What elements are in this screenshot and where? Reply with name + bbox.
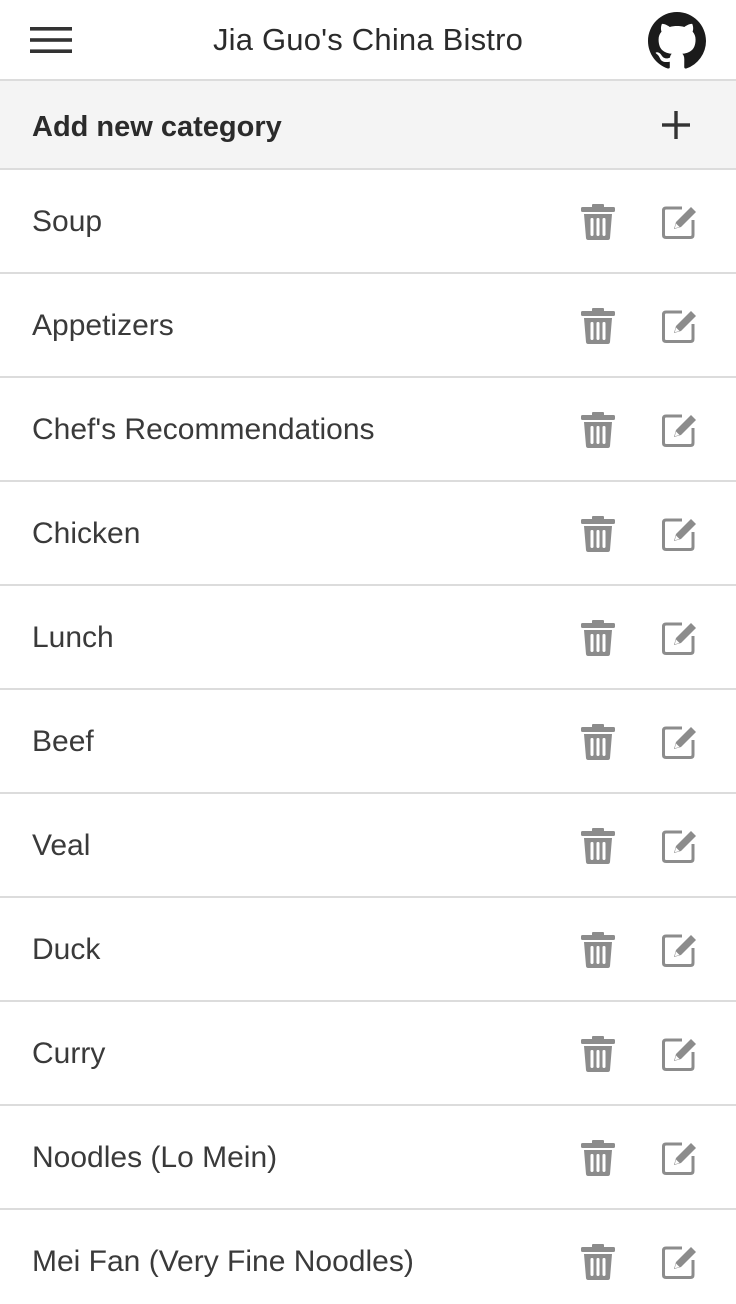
delete-category-button[interactable] (580, 1139, 618, 1177)
edit-icon (662, 934, 696, 967)
trash-icon (581, 620, 615, 656)
trash-icon (581, 724, 615, 760)
category-row-9: Noodles (Lo Mein) (0, 1106, 736, 1210)
category-label: Beef (32, 725, 94, 758)
edit-icon (662, 310, 696, 343)
category-row-5: Beef (0, 690, 736, 794)
edit-category-button[interactable] (660, 515, 698, 553)
category-row-4: Lunch (0, 586, 736, 690)
edit-category-button[interactable] (660, 1139, 698, 1177)
delete-category-button[interactable] (580, 1243, 618, 1281)
add-category-label: Add new category (32, 111, 282, 143)
edit-category-button[interactable] (660, 1243, 698, 1281)
edit-icon (662, 206, 696, 239)
edit-category-button[interactable] (660, 203, 698, 241)
category-row-1: Appetizers (0, 274, 736, 378)
category-label: Lunch (32, 621, 114, 654)
category-label: Curry (32, 1037, 106, 1070)
plus-icon (662, 111, 690, 139)
delete-category-button[interactable] (580, 515, 618, 553)
edit-category-button[interactable] (660, 827, 698, 865)
app-title: Jia Guo's China Bistro (212, 22, 524, 57)
category-label: Appetizers (32, 309, 174, 342)
category-row-0: Soup (0, 170, 736, 274)
trash-icon (581, 932, 615, 968)
category-row-3: Chicken (0, 482, 736, 586)
category-label: Duck (32, 933, 101, 966)
edit-icon (662, 1246, 696, 1279)
delete-category-button[interactable] (580, 931, 618, 969)
delete-category-button[interactable] (580, 411, 618, 449)
edit-category-button[interactable] (660, 931, 698, 969)
delete-category-button[interactable] (580, 619, 618, 657)
add-category-button[interactable] (656, 105, 696, 145)
edit-category-button[interactable] (660, 619, 698, 657)
delete-category-button[interactable] (580, 827, 618, 865)
edit-icon (662, 622, 696, 655)
trash-icon (581, 1036, 615, 1072)
trash-icon (581, 1140, 615, 1176)
trash-icon (581, 412, 615, 448)
category-row-10: Mei Fan (Very Fine Noodles) (0, 1210, 736, 1304)
edit-icon (662, 1142, 696, 1175)
app-header: Jia Guo's China Bistro (0, 0, 736, 81)
edit-icon (662, 518, 696, 551)
delete-category-button[interactable] (580, 723, 618, 761)
app-root: Jia Guo's China Bistro Add new category … (0, 0, 736, 1304)
category-row-6: Veal (0, 794, 736, 898)
delete-category-button[interactable] (580, 1035, 618, 1073)
github-icon (648, 12, 706, 69)
trash-icon (581, 828, 615, 864)
add-category-row[interactable]: Add new category (0, 81, 736, 170)
category-label: Veal (32, 829, 91, 862)
trash-icon (581, 308, 615, 344)
edit-icon (662, 726, 696, 759)
edit-category-button[interactable] (660, 723, 698, 761)
category-row-8: Curry (0, 1002, 736, 1106)
trash-icon (581, 1244, 615, 1280)
edit-category-button[interactable] (660, 307, 698, 345)
trash-icon (581, 204, 615, 240)
category-row-2: Chef's Recommendations (0, 378, 736, 482)
trash-icon (581, 516, 615, 552)
edit-category-button[interactable] (660, 1035, 698, 1073)
edit-category-button[interactable] (660, 411, 698, 449)
category-label: Chicken (32, 517, 141, 550)
edit-icon (662, 830, 696, 863)
category-label: Chef's Recommendations (32, 413, 375, 446)
category-list: Soup Appetizers Chef's Recommendations C… (0, 170, 736, 1304)
category-label: Soup (32, 205, 103, 238)
category-row-7: Duck (0, 898, 736, 1002)
category-label: Mei Fan (Very Fine Noodles) (32, 1245, 414, 1278)
edit-icon (662, 414, 696, 447)
github-link[interactable] (648, 12, 706, 70)
delete-category-button[interactable] (580, 203, 618, 241)
delete-category-button[interactable] (580, 307, 618, 345)
edit-icon (662, 1038, 696, 1071)
category-label: Noodles (Lo Mein) (32, 1141, 278, 1174)
